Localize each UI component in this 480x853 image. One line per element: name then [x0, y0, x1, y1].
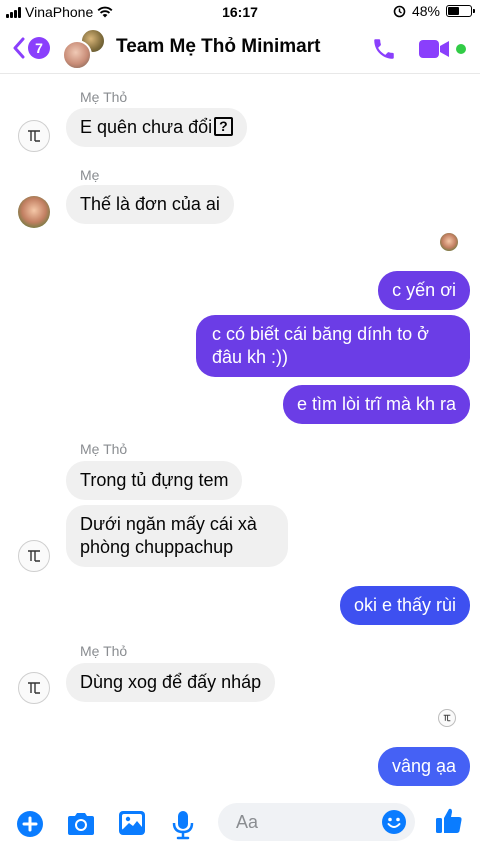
message-text: oki e thấy rùi: [353, 595, 456, 615]
message-bubble-incoming[interactable]: Trong tủ đựng tem: [66, 461, 243, 500]
like-button[interactable]: [434, 806, 464, 841]
conversation-title[interactable]: Team Mẹ Thỏ Minimart: [116, 36, 320, 58]
message-bubble-outgoing[interactable]: vâng ạa: [377, 747, 470, 786]
message-input-container: [218, 803, 415, 841]
sender-avatar[interactable]: [18, 120, 50, 152]
seen-indicator-avatar: [440, 233, 458, 251]
sender-name: Mẹ: [80, 167, 100, 183]
store-logo-icon: [28, 550, 40, 562]
store-logo-icon: [28, 130, 40, 142]
status-bar: VinaPhone 16:17 48%: [0, 0, 480, 24]
thumbs-up-icon: [436, 808, 462, 833]
message-text: Dùng xog để đấy nháp: [80, 672, 262, 692]
battery-fill: [448, 7, 459, 15]
sender-avatar[interactable]: [18, 540, 50, 572]
message-bubble-incoming[interactable]: Dưới ngăn mấy cái xà phòng chuppachup: [66, 505, 288, 567]
message-text: vâng ạa: [391, 756, 456, 776]
camera-icon: [68, 813, 94, 835]
unread-count-badge: 7: [28, 37, 50, 59]
group-avatar-photo-2: [62, 40, 92, 70]
sender-avatar[interactable]: [18, 196, 50, 228]
sender-name: Mẹ Thỏ: [80, 643, 128, 659]
message-text: Thế là đơn của ai: [80, 194, 220, 214]
unknown-glyph-icon: ?: [214, 117, 233, 136]
emoji-icon: [382, 810, 406, 834]
microphone-icon: [172, 811, 194, 840]
back-chevron-icon: [13, 37, 25, 59]
sender-name: Mẹ Thỏ: [80, 441, 128, 457]
photo-icon: [119, 811, 145, 835]
plus-icon: [17, 811, 43, 837]
message-bubble-outgoing[interactable]: e tìm lòi trĩ mà kh ra: [282, 385, 470, 424]
more-actions-button[interactable]: [16, 810, 44, 843]
sender-name: Mẹ Thỏ: [80, 89, 128, 105]
phone-icon: [374, 39, 394, 59]
message-text: c yến ơi: [392, 280, 456, 300]
message-bubble-outgoing[interactable]: c có biết cái băng dính to ở đâu kh :)): [196, 315, 470, 377]
message-bubble-outgoing[interactable]: c yến ơi: [378, 271, 470, 310]
message-bubble-incoming[interactable]: E quên chưa đổi?: [66, 108, 247, 147]
message-text: Dưới ngăn mấy cái xà phòng chuppachup: [80, 514, 257, 557]
online-status-dot: [456, 44, 466, 54]
message-list[interactable]: Mẹ Thỏ E quên chưa đổi? Mẹ Thế là đơn củ…: [0, 75, 480, 795]
voice-call-button[interactable]: [371, 36, 397, 67]
video-icon: [419, 40, 449, 58]
emoji-button[interactable]: [381, 809, 407, 840]
sender-avatar[interactable]: [18, 672, 50, 704]
message-input[interactable]: [218, 803, 368, 841]
battery-icon: [446, 5, 475, 17]
alarm-icon: [393, 5, 406, 17]
gallery-button[interactable]: [118, 810, 146, 841]
message-bubble-incoming[interactable]: Thế là đơn của ai: [66, 185, 234, 224]
message-bubble-incoming[interactable]: Dùng xog để đấy nháp: [66, 663, 276, 702]
message-text: E quên chưa đổi: [80, 117, 213, 137]
message-text: Trong tủ đựng tem: [80, 470, 229, 490]
store-logo-icon: [443, 714, 451, 722]
status-right: 48%: [393, 3, 475, 19]
message-text: e tìm lòi trĩ mà kh ra: [296, 394, 456, 414]
voice-message-button[interactable]: [172, 810, 194, 845]
battery-percent: 48%: [411, 3, 440, 19]
conversation-header: 7 Team Mẹ Thỏ Minimart: [0, 24, 480, 74]
video-call-button[interactable]: [418, 38, 450, 65]
store-logo-icon: [28, 682, 40, 694]
seen-indicator-avatar: [438, 709, 456, 727]
camera-button[interactable]: [65, 810, 97, 843]
message-text: c có biết cái băng dính to ở đâu kh :)): [212, 324, 429, 367]
group-avatar[interactable]: [62, 28, 106, 70]
message-bubble-outgoing[interactable]: oki e thấy rùi: [339, 586, 470, 625]
message-composer: [0, 796, 480, 853]
back-button[interactable]: 7: [12, 37, 50, 59]
